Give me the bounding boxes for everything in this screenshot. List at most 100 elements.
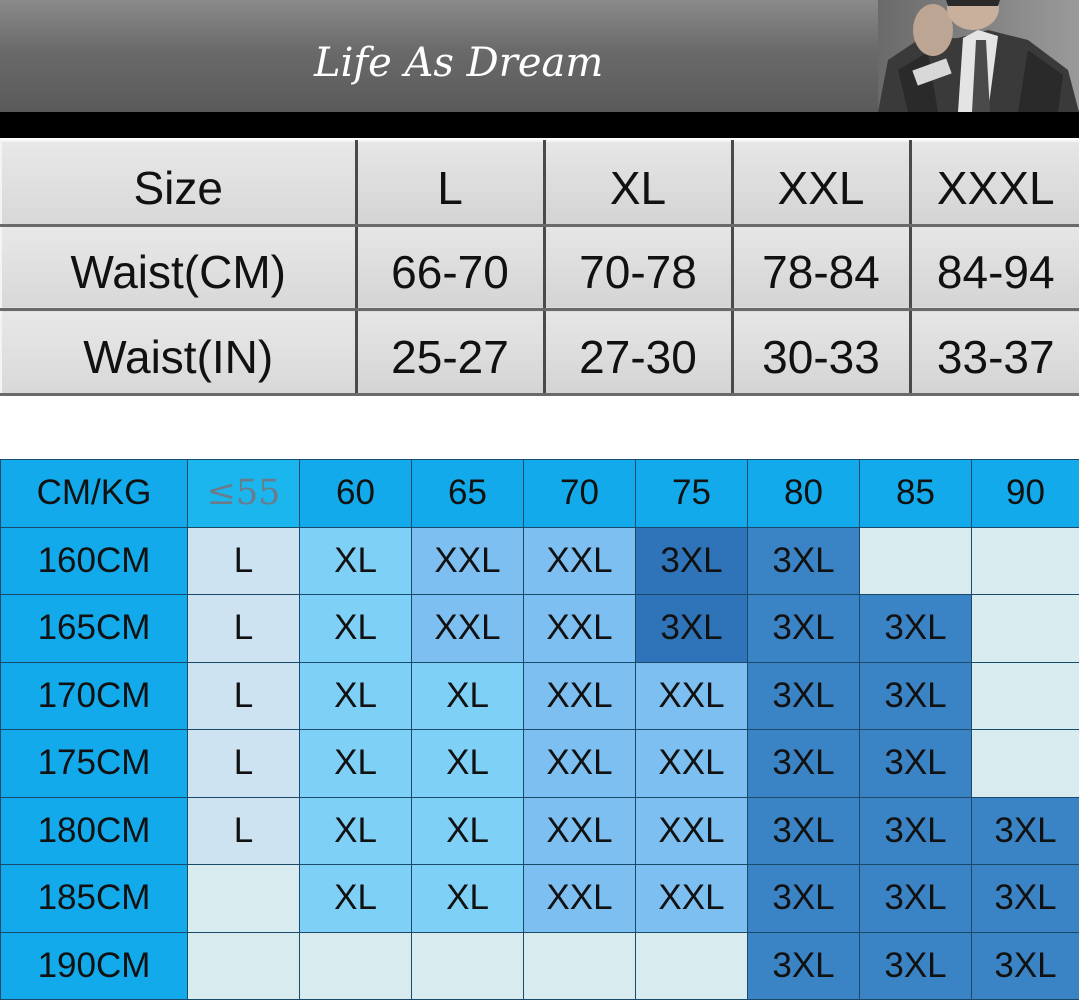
height-label: 185CM: [0, 864, 188, 933]
height-label: 180CM: [0, 796, 188, 865]
waist-cell: 27-30: [543, 308, 734, 396]
size-cell: 3XL: [859, 729, 972, 798]
size-cell: XL: [299, 864, 412, 933]
waist-cell: 78-84: [731, 224, 912, 312]
size-cell: 3XL: [747, 864, 860, 933]
height-label: 165CM: [0, 594, 188, 663]
waist-cell: 66-70: [355, 224, 546, 312]
size-cell: XXL: [523, 864, 636, 933]
size-cell: L: [187, 594, 300, 663]
size-cell: [411, 931, 524, 1000]
size-cell: XXL: [523, 796, 636, 865]
size-cell: 3XL: [635, 594, 748, 663]
size-cell: 3XL: [747, 931, 860, 1000]
size-cell: [859, 526, 972, 595]
size-cell: L: [187, 729, 300, 798]
size-cell: XXL: [523, 729, 636, 798]
size-cell: XL: [411, 864, 524, 933]
height-row: 180CM L XL XL XXL XXL 3XL 3XL 3XL: [0, 796, 1079, 865]
waist-cm-row: Waist(CM) 66-70 70-78 78-84 84-94: [0, 224, 1079, 312]
waist-cell: 25-27: [355, 308, 546, 396]
corner-label: CM/KG: [0, 459, 188, 528]
waist-cell: 33-37: [909, 308, 1079, 396]
brand-banner: Life As Dream: [0, 0, 1079, 112]
size-cell: 3XL: [635, 526, 748, 595]
weight-header-cell: 60: [299, 459, 412, 528]
size-cell: [971, 661, 1079, 730]
size-cell: XL: [299, 796, 412, 865]
size-cell: [299, 931, 412, 1000]
size-cell: XL: [411, 729, 524, 798]
size-cell: XXL: [523, 661, 636, 730]
waist-cell: 84-94: [909, 224, 1079, 312]
size-cell: XXL: [635, 796, 748, 865]
size-header-cell: XXL: [731, 139, 912, 227]
size-cell: 3XL: [859, 594, 972, 663]
weight-header-cell: 80: [747, 459, 860, 528]
weight-header-row: CM/KG ≤55 60 65 70 75 80 85 90: [0, 459, 1079, 528]
size-cell: XL: [299, 594, 412, 663]
height-row: 170CM L XL XL XXL XXL 3XL 3XL: [0, 661, 1079, 730]
size-cell: [971, 526, 1079, 595]
size-cell: XXL: [635, 864, 748, 933]
size-cell: 3XL: [859, 796, 972, 865]
size-header-cell: XL: [543, 139, 734, 227]
size-cell: [523, 931, 636, 1000]
banner-divider: [0, 112, 1079, 138]
height-row: 165CM L XL XXL XXL 3XL 3XL 3XL: [0, 594, 1079, 663]
row-label: Waist(CM): [0, 224, 358, 312]
weight-header-cell: 90: [971, 459, 1079, 528]
size-cell: L: [187, 796, 300, 865]
size-cell: XXL: [523, 594, 636, 663]
weight-header-cell: ≤55: [187, 459, 300, 528]
size-cell: XL: [411, 661, 524, 730]
height-label: 175CM: [0, 729, 188, 798]
size-cell: L: [187, 526, 300, 595]
brand-name: Life As Dream: [314, 40, 604, 86]
size-cell: 3XL: [747, 796, 860, 865]
waist-cell: 70-78: [543, 224, 734, 312]
size-cell: 3XL: [747, 594, 860, 663]
size-cell: XXL: [635, 729, 748, 798]
size-cell: XXL: [411, 594, 524, 663]
row-label: Waist(IN): [0, 308, 358, 396]
size-cell: [187, 864, 300, 933]
size-header-cell: L: [355, 139, 546, 227]
height-label: 160CM: [0, 526, 188, 595]
size-cell: L: [187, 661, 300, 730]
size-header-row: Size L XL XXL XXXL: [0, 139, 1079, 227]
weight-header-cell: 85: [859, 459, 972, 528]
size-cell: 3XL: [747, 661, 860, 730]
size-cell: [971, 594, 1079, 663]
waist-in-row: Waist(IN) 25-27 27-30 30-33 33-37: [0, 308, 1079, 396]
model-portrait-photo: [878, 0, 1079, 112]
size-header-cell: Size: [0, 139, 358, 227]
height-label: 190CM: [0, 931, 188, 1000]
height-row: 160CM L XL XXL XXL 3XL 3XL: [0, 526, 1079, 595]
height-row: 190CM 3XL 3XL 3XL: [0, 931, 1079, 1000]
size-cell: XL: [299, 729, 412, 798]
size-cell: 3XL: [971, 931, 1079, 1000]
size-cell: 3XL: [859, 661, 972, 730]
size-cell: XL: [411, 796, 524, 865]
height-row: 185CM XL XL XXL XXL 3XL 3XL 3XL: [0, 864, 1079, 933]
size-cell: 3XL: [747, 729, 860, 798]
size-cell: 3XL: [747, 526, 860, 595]
size-header-cell: XXXL: [909, 139, 1079, 227]
size-cell: XXL: [411, 526, 524, 595]
waist-cell: 30-33: [731, 308, 912, 396]
size-cell: XL: [299, 661, 412, 730]
size-cell: [635, 931, 748, 1000]
size-cell: XL: [299, 526, 412, 595]
size-cell: XXL: [635, 661, 748, 730]
height-row: 175CM L XL XL XXL XXL 3XL 3XL: [0, 729, 1079, 798]
height-weight-fit-table: CM/KG ≤55 60 65 70 75 80 85 90 160CM L X…: [0, 459, 1079, 1000]
height-label: 170CM: [0, 661, 188, 730]
weight-header-cell: 65: [411, 459, 524, 528]
weight-header-cell: 70: [523, 459, 636, 528]
size-cell: 3XL: [971, 796, 1079, 865]
weight-header-cell: 75: [635, 459, 748, 528]
size-cell: [187, 931, 300, 1000]
size-table: Size L XL XXL XXXL Waist(CM) 66-70 70-78…: [0, 139, 1079, 396]
size-cell: [971, 729, 1079, 798]
